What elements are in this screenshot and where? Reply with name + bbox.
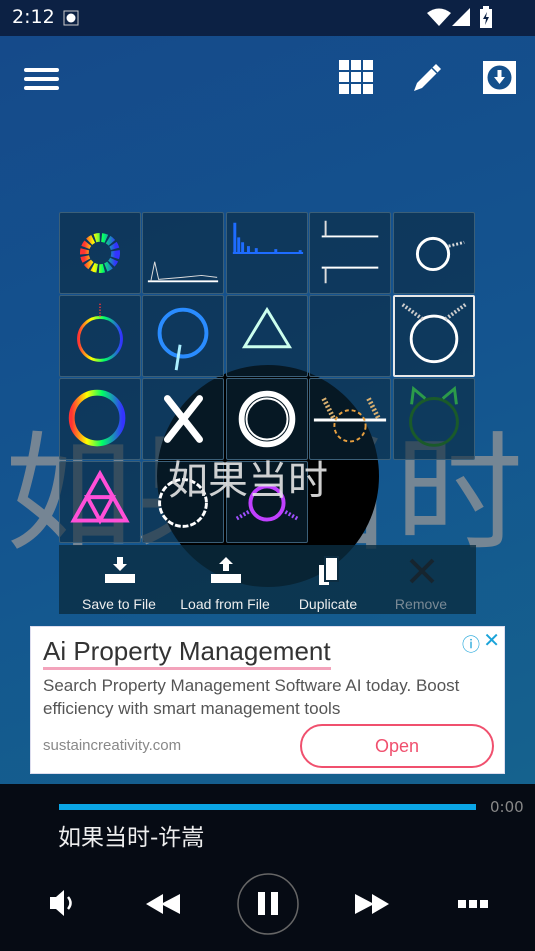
- rainbow-ring-thumbnail: [80, 233, 120, 273]
- battery-charging-icon: [480, 6, 492, 28]
- preset-purple-ring[interactable]: [225, 461, 308, 543]
- save-to-file-button[interactable]: Save to File: [67, 545, 171, 614]
- ad-description: Search Property Management Software AI t…: [43, 676, 460, 718]
- ad-info-icon[interactable]: ⓘ: [462, 631, 480, 657]
- load-from-file-button[interactable]: Load from File: [173, 545, 277, 614]
- white-ring-thick-thumbnail: [238, 390, 296, 448]
- preset-white-dots-ring[interactable]: [142, 461, 225, 543]
- gold-mirror-thumbnail: [314, 397, 387, 443]
- preset-pink-triangle[interactable]: [59, 461, 141, 543]
- preset-rainbow-ring-2[interactable]: [59, 378, 141, 460]
- preset-triangle[interactable]: [225, 295, 308, 377]
- clock: 2:12: [12, 6, 55, 28]
- fire-spectrum-thumbnail: [321, 331, 379, 343]
- pause-button[interactable]: [236, 872, 300, 936]
- white-dots-ring-thumbnail: [158, 478, 209, 528]
- pencil-icon[interactable]: [410, 61, 444, 95]
- menu-icon[interactable]: [24, 66, 59, 92]
- duplicate-button[interactable]: Duplicate: [276, 545, 380, 614]
- preset-white-bars[interactable]: [142, 212, 225, 294]
- x-mark-thumbnail: [164, 395, 204, 443]
- grid-icon[interactable]: [339, 60, 374, 95]
- remove-icon: [409, 558, 435, 584]
- load-from-file-icon: [211, 557, 241, 583]
- preset-rainbow-ring[interactable]: [59, 212, 141, 294]
- white-ring-thumbnail: [415, 236, 465, 272]
- preset-white-glow-circle[interactable]: [392, 295, 475, 377]
- preset-mirror-bars[interactable]: [309, 212, 392, 294]
- white-bars-thumbnail: [148, 261, 219, 283]
- wifi-icon: [427, 8, 451, 26]
- more-options-icon[interactable]: [458, 898, 488, 910]
- rewind-icon[interactable]: [146, 894, 180, 914]
- ad-close-icon[interactable]: ✕: [483, 628, 500, 652]
- song-title: 如果当时-许嵩: [58, 825, 205, 851]
- pink-triangle-thumbnail: [70, 469, 130, 525]
- duplicate-label: Duplicate: [298, 596, 358, 612]
- seek-bar[interactable]: [59, 804, 476, 810]
- blue-circle-thumbnail: [158, 307, 209, 371]
- status-bar: 2:12: [0, 0, 535, 36]
- signal-icon: [452, 8, 470, 26]
- load-from-file-label: Load from File: [180, 596, 270, 612]
- duplicate-icon: [319, 556, 339, 585]
- preset-fire-spectrum[interactable]: [309, 295, 392, 377]
- ad-url: sustaincreativity.com: [43, 737, 182, 754]
- preset-x-mark[interactable]: [142, 378, 225, 460]
- white-glow-circle-thumbnail: [401, 303, 467, 364]
- rainbow-ring-2-thumbnail: [68, 389, 126, 447]
- preset-green-cat-ring[interactable]: [392, 378, 475, 460]
- volume-icon[interactable]: [48, 888, 78, 918]
- save-to-file-icon: [105, 557, 135, 583]
- preset-gold-mirror[interactable]: [309, 378, 392, 460]
- purple-ring-thumbnail: [235, 484, 299, 522]
- save-to-file-label: Save to File: [82, 596, 156, 612]
- preset-rainbow-circle[interactable]: [59, 295, 141, 377]
- preset-blue-circle[interactable]: [142, 295, 225, 377]
- preset-white-ring[interactable]: [392, 212, 475, 294]
- green-cat-ring-thumbnail: [408, 385, 459, 447]
- ad-open-button[interactable]: Open: [300, 724, 494, 768]
- screen-record-icon: [63, 10, 79, 26]
- blue-spectrum-thumbnail: [232, 222, 303, 254]
- download-icon[interactable]: [483, 61, 516, 94]
- remove-button[interactable]: Remove: [369, 545, 473, 614]
- rainbow-circle-thumbnail: [77, 303, 123, 362]
- seek-progress: [59, 804, 476, 810]
- preset-actions: Save to File Load from File Duplicate Re…: [59, 545, 476, 614]
- preset-white-ring-thick[interactable]: [225, 378, 308, 460]
- mirror-bars-thumbnail: [321, 220, 379, 284]
- preset-blue-spectrum[interactable]: [225, 212, 308, 294]
- ad-title[interactable]: Ai Property Management: [43, 635, 331, 670]
- remove-label: Remove: [394, 596, 448, 612]
- player-bar: 0:00 如果当时-许嵩: [0, 784, 535, 951]
- playback-time: 0:00: [490, 798, 524, 816]
- triangle-thumbnail: [241, 306, 292, 349]
- ad-banner[interactable]: Ai Property Management ⓘ ✕ Search Proper…: [30, 626, 505, 774]
- fast-forward-icon[interactable]: [355, 894, 389, 914]
